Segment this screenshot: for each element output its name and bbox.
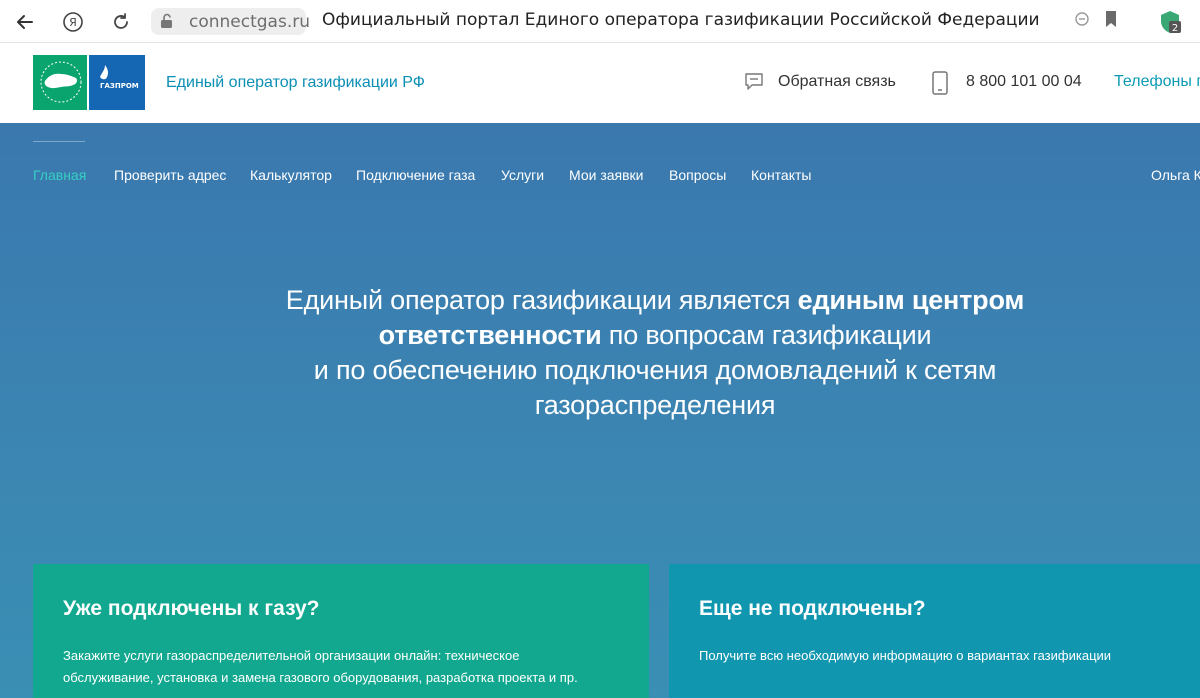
hero-headline: Единый оператор газификации является еди…: [250, 283, 1060, 423]
svg-text:Я: Я: [69, 16, 77, 29]
browser-toolbar: Я connectgas.ru Официальный портал Едино…: [0, 0, 1200, 43]
hero-text-part: Единый оператор газификации является: [285, 285, 798, 315]
not-connected-card[interactable]: Еще не подключены? Получите всю необходи…: [669, 564, 1200, 698]
svg-text:ГАЗПРОМ: ГАЗПРОМ: [100, 82, 139, 90]
nav-divider: [33, 141, 85, 142]
nav-item-questions[interactable]: Вопросы: [669, 167, 726, 183]
hero-section: Главная Проверить адрес Калькулятор Подк…: [0, 123, 1200, 698]
hero-text-line3: и по обеспечению подключения домовладени…: [313, 355, 997, 385]
phone-icon: [932, 71, 948, 95]
chat-bubble-icon: [1075, 12, 1089, 26]
gazprom-logo: ГАЗПРОМ: [90, 55, 145, 110]
hero-text-bold: единым центром: [797, 285, 1025, 315]
card-description: Закажите услуги газораспределительной ор…: [63, 645, 578, 689]
reload-button[interactable]: [106, 7, 136, 37]
reload-icon: [114, 13, 128, 29]
protect-button[interactable]: [1072, 9, 1096, 33]
url-text: connectgas.ru: [189, 11, 311, 32]
back-button[interactable]: [10, 7, 40, 37]
nav-item-contacts[interactable]: Контакты: [751, 167, 811, 183]
nav-item-my-requests[interactable]: Мои заявки: [569, 167, 643, 183]
card-title: Еще не подключены?: [699, 597, 926, 620]
extension-button[interactable]: 2: [1157, 9, 1181, 34]
user-account[interactable]: Ольга К: [1151, 167, 1200, 183]
card-description-line: Закажите услуги газораспределительной ор…: [63, 648, 520, 663]
card-description: Получите всю необходимую информацию о ва…: [699, 648, 1112, 663]
yandex-icon: Я: [63, 12, 83, 32]
extension-badge-count: 2: [1172, 23, 1178, 34]
site-logo[interactable]: ГАЗПРОМ: [33, 55, 145, 110]
yandex-button[interactable]: Я: [58, 7, 88, 37]
connected-card[interactable]: Уже подключены к газу? Закажите услуги г…: [33, 564, 649, 698]
lock-icon: [161, 13, 172, 28]
chat-icon: [745, 73, 763, 90]
nav-item-home[interactable]: Главная: [33, 167, 86, 183]
russia-map-icon: [40, 61, 82, 103]
brand-name[interactable]: Единый оператор газификации РФ: [166, 74, 425, 92]
nav-item-services[interactable]: Услуги: [501, 167, 544, 183]
nav-item-gas-connection[interactable]: Подключение газа: [356, 167, 475, 183]
hero-text-line4: газораспределения: [534, 390, 776, 420]
main-nav: Главная Проверить адрес Калькулятор Подк…: [0, 167, 1200, 187]
phones-link[interactable]: Телефоны г: [1114, 73, 1200, 91]
feedback-link[interactable]: [744, 71, 764, 91]
hero-text-bold: ответственности: [378, 320, 602, 350]
gasification-logo: [33, 55, 89, 110]
card-title: Уже подключены к газу?: [63, 597, 320, 620]
browser-page-title: Официальный портал Единого оператора газ…: [322, 10, 1040, 30]
nav-item-check-address[interactable]: Проверить адрес: [114, 167, 226, 183]
bookmark-button[interactable]: [1102, 9, 1126, 33]
nav-item-calculator[interactable]: Калькулятор: [250, 167, 332, 183]
hero-text-part: по вопросам газификации: [601, 320, 932, 350]
shield-icon: 2: [1161, 11, 1181, 34]
back-arrow-icon: [17, 15, 33, 29]
site-header: ГАЗПРОМ Единый оператор газификации РФ О…: [0, 43, 1200, 123]
address-bar[interactable]: connectgas.ru: [151, 8, 310, 35]
card-description-line: обслуживание, установка и замена газовог…: [63, 670, 578, 685]
gazprom-flame-icon: ГАЗПРОМ: [100, 65, 139, 90]
bookmark-icon: [1106, 11, 1116, 27]
feedback-label[interactable]: Обратная связь: [778, 73, 896, 91]
phone-number[interactable]: 8 800 101 00 04: [966, 73, 1082, 91]
